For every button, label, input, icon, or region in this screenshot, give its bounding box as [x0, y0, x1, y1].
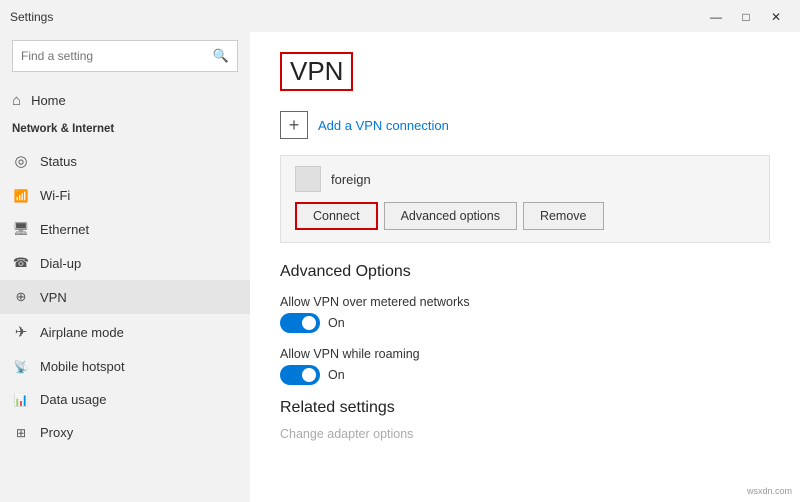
app-title: Settings [10, 10, 53, 24]
sidebar-item-home[interactable]: ⌂ Home [0, 84, 250, 117]
window-controls: — □ ✕ [702, 7, 790, 27]
page-title: VPN [290, 56, 343, 87]
advanced-options-button[interactable]: Advanced options [384, 202, 517, 230]
search-box[interactable]: 🔍 [12, 40, 238, 72]
search-icon: 🔍 [213, 48, 229, 64]
sidebar-item-vpn[interactable]: ⊕ VPN [0, 280, 250, 314]
sidebar-item-hotspot[interactable]: 📡 Mobile hotspot [0, 350, 250, 383]
title-bar: Settings — □ ✕ [0, 0, 800, 32]
vpn-card: foreign Connect Advanced options Remove [280, 155, 770, 243]
toggle-roaming[interactable] [280, 365, 320, 385]
related-settings-section: Related settings Change adapter options [280, 399, 770, 443]
proxy-icon: ⊞ [12, 426, 30, 440]
home-label: Home [31, 93, 66, 108]
toggle-roaming-label: Allow VPN while roaming [280, 347, 770, 361]
sidebar-item-datausage[interactable]: 📊 Data usage [0, 383, 250, 416]
sidebar-item-label: Data usage [40, 392, 107, 407]
home-icon: ⌂ [12, 92, 21, 109]
toggle-metered-state: On [328, 316, 345, 330]
airplane-icon: ✈ [12, 323, 30, 341]
sidebar-item-label: Dial-up [40, 256, 81, 271]
ethernet-icon: 🖥 [12, 221, 30, 237]
datausage-icon: 📊 [12, 393, 30, 407]
sidebar-item-label: Status [40, 154, 77, 169]
maximize-button[interactable]: □ [732, 7, 760, 27]
toggle-metered[interactable] [280, 313, 320, 333]
sidebar-item-airplane[interactable]: ✈ Airplane mode [0, 314, 250, 350]
sidebar-item-label: Airplane mode [40, 325, 124, 340]
advanced-options-section: Advanced Options Allow VPN over metered … [280, 263, 770, 385]
sidebar-item-label: Proxy [40, 425, 73, 440]
vpn-card-name-row: foreign [295, 166, 755, 192]
app-layout: 🔍 ⌂ Home Network & Internet ◎ Status 📶 W… [0, 32, 800, 502]
remove-button[interactable]: Remove [523, 202, 604, 230]
change-adapter-options-link[interactable]: Change adapter options [280, 427, 413, 441]
connect-button[interactable]: Connect [295, 202, 378, 230]
add-vpn-label: Add a VPN connection [318, 118, 449, 133]
toggle-roaming-state: On [328, 368, 345, 382]
add-vpn-button[interactable]: + Add a VPN connection [280, 111, 770, 139]
toggle-metered-control: On [280, 313, 770, 333]
sidebar-item-label: VPN [40, 290, 67, 305]
page-title-box: VPN [280, 52, 353, 91]
main-content: VPN + Add a VPN connection foreign Conne… [250, 32, 800, 502]
sidebar-item-wifi[interactable]: 📶 Wi-Fi [0, 179, 250, 212]
toggle-roaming-control: On [280, 365, 770, 385]
sidebar-item-proxy[interactable]: ⊞ Proxy [0, 416, 250, 449]
sidebar: 🔍 ⌂ Home Network & Internet ◎ Status 📶 W… [0, 32, 250, 502]
sidebar-item-status[interactable]: ◎ Status [0, 143, 250, 179]
sidebar-item-dialup[interactable]: ☎ Dial-up [0, 246, 250, 280]
vpn-card-buttons: Connect Advanced options Remove [295, 202, 755, 230]
search-input[interactable] [21, 49, 213, 63]
close-button[interactable]: ✕ [762, 7, 790, 27]
toggle-row-roaming: Allow VPN while roaming On [280, 347, 770, 385]
minimize-button[interactable]: — [702, 7, 730, 27]
status-icon: ◎ [12, 152, 30, 170]
wifi-icon: 📶 [12, 189, 30, 203]
add-vpn-icon: + [280, 111, 308, 139]
toggle-metered-label: Allow VPN over metered networks [280, 295, 770, 309]
sidebar-item-label: Mobile hotspot [40, 359, 125, 374]
toggle-row-metered: Allow VPN over metered networks On [280, 295, 770, 333]
vpn-card-icon [295, 166, 321, 192]
sidebar-section-title: Network & Internet [0, 117, 250, 143]
dialup-icon: ☎ [12, 255, 30, 271]
sidebar-item-label: Wi-Fi [40, 188, 70, 203]
sidebar-item-label: Ethernet [40, 222, 89, 237]
related-settings-heading: Related settings [280, 399, 770, 417]
hotspot-icon: 📡 [12, 360, 30, 374]
watermark: wsxdn.com [747, 486, 792, 496]
advanced-options-heading: Advanced Options [280, 263, 770, 281]
vpn-icon: ⊕ [12, 289, 30, 305]
sidebar-item-ethernet[interactable]: 🖥 Ethernet [0, 212, 250, 246]
vpn-card-name: foreign [331, 172, 371, 187]
